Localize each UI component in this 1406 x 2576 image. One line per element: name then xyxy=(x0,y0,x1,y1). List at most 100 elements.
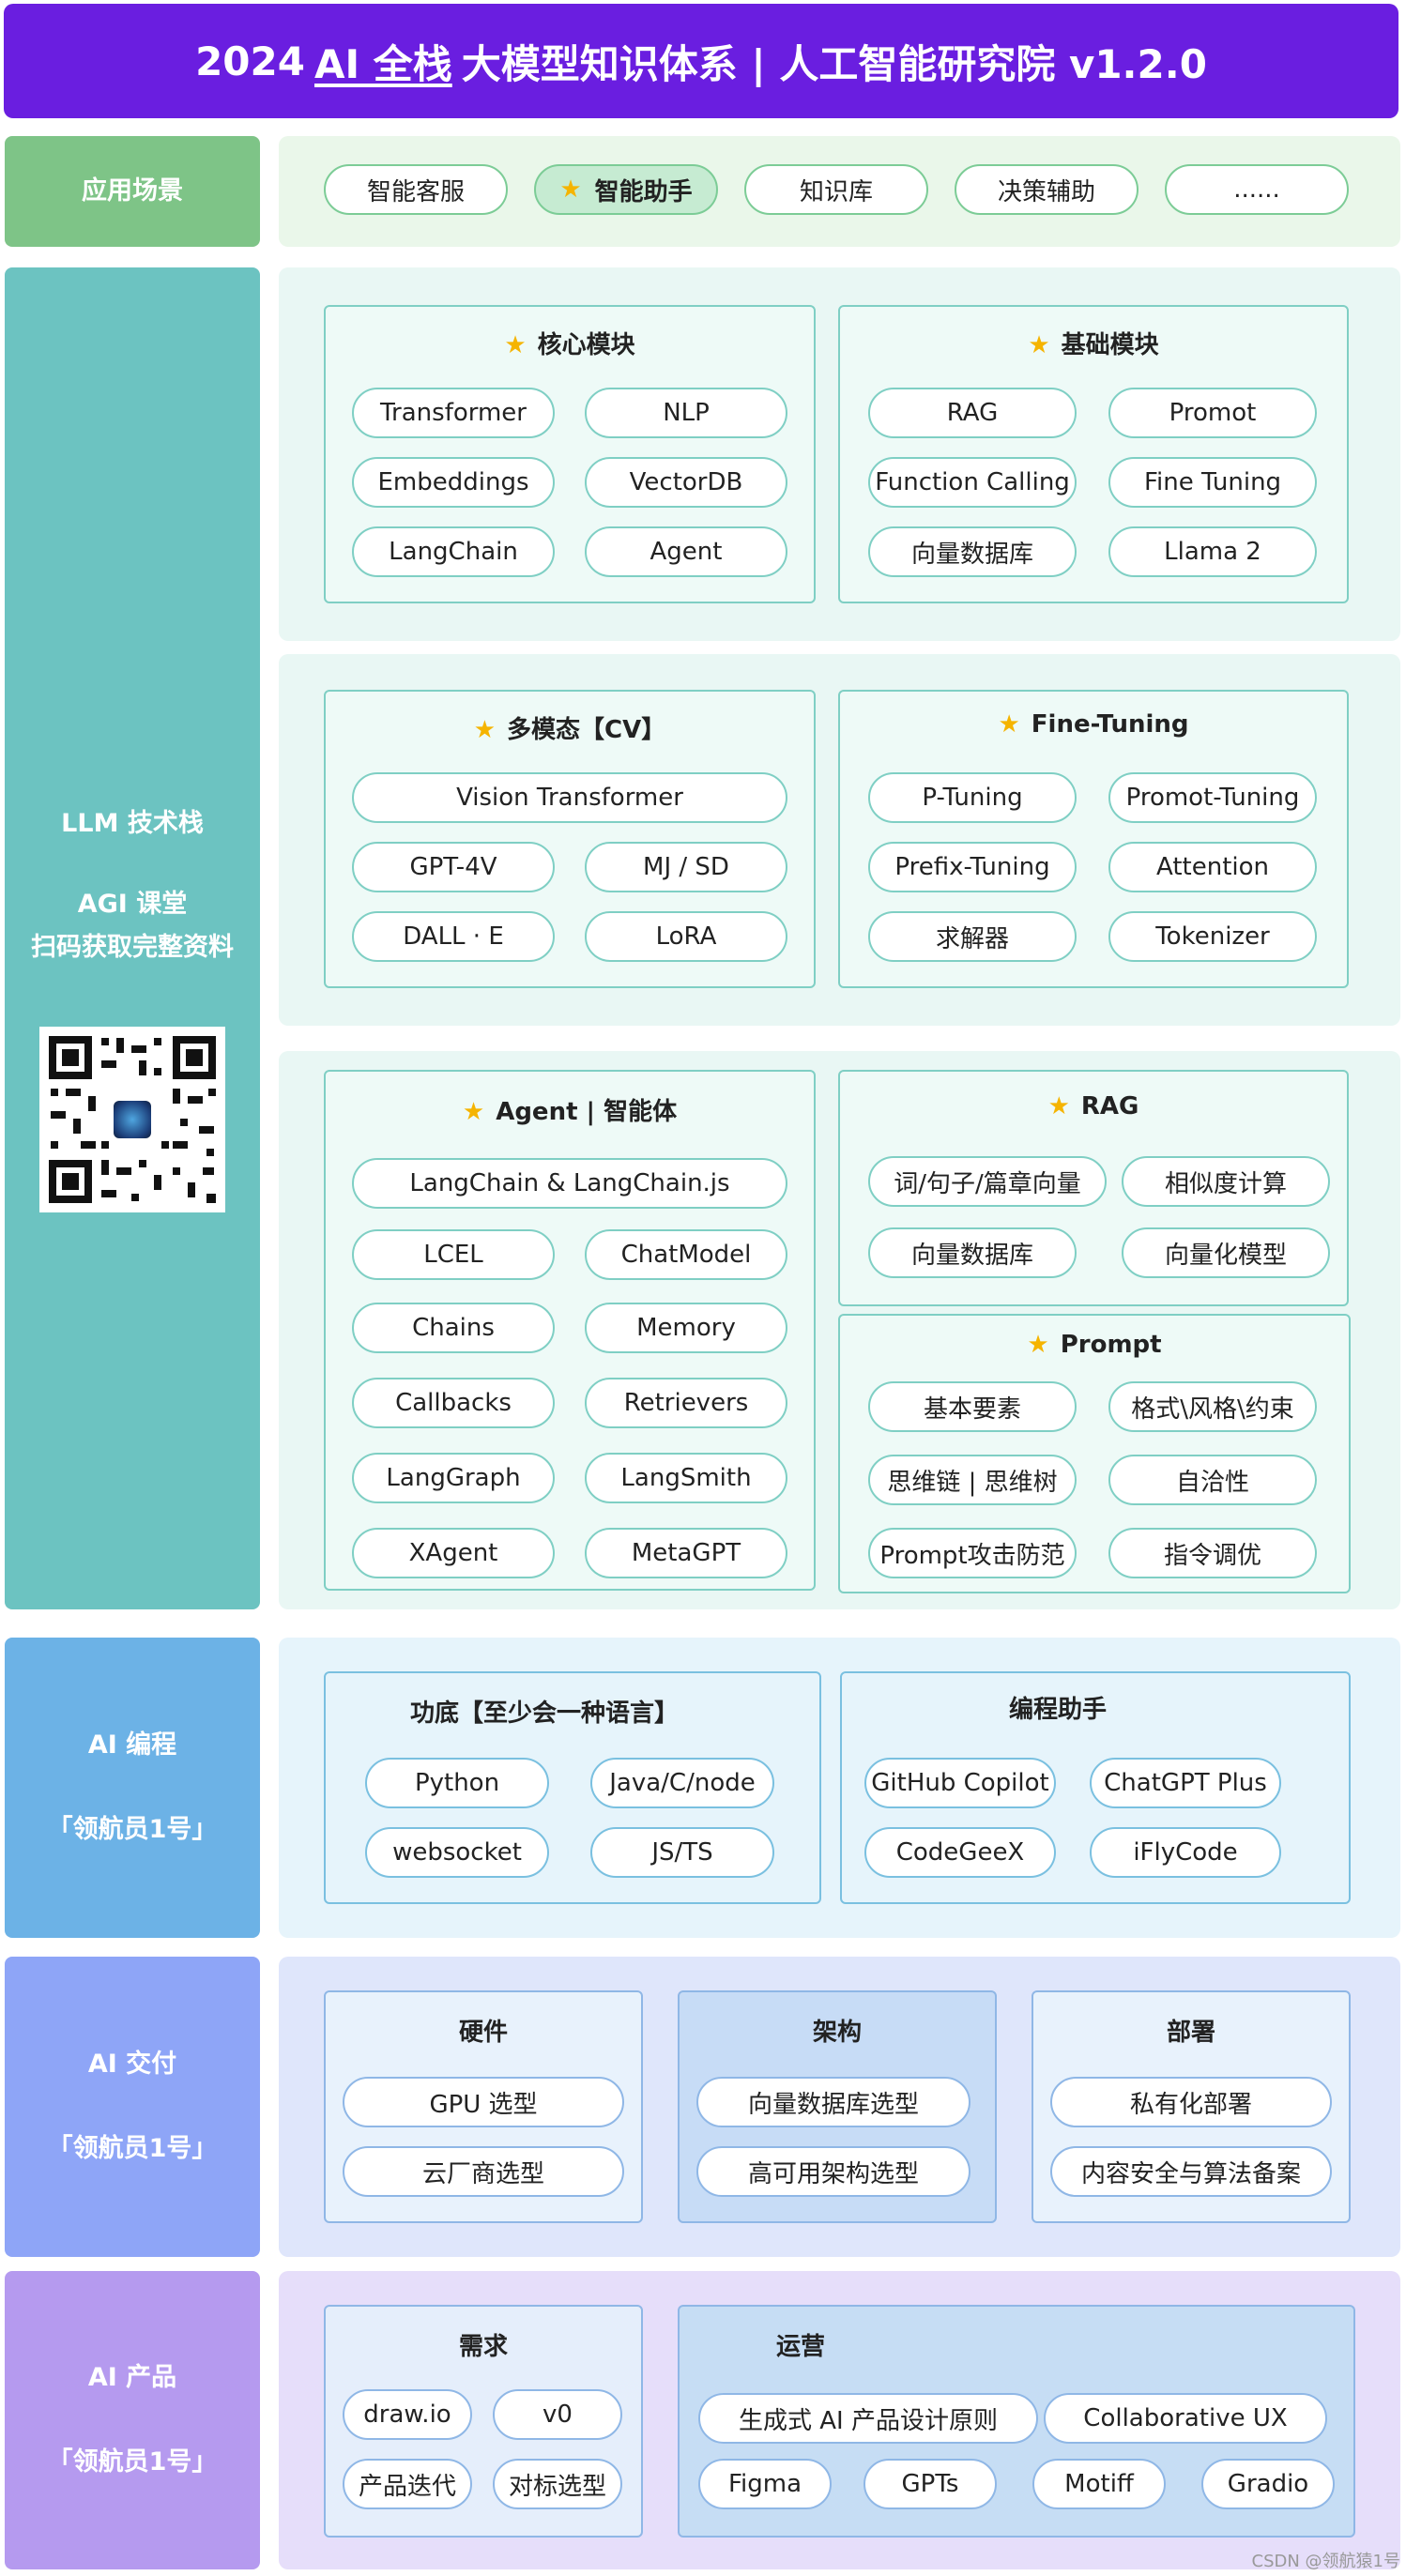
cv-group: ★ 多模态【CV】 Vision Transformer GPT-4V MJ / … xyxy=(324,690,816,988)
base-item[interactable]: Promot xyxy=(1108,388,1317,438)
base-item[interactable]: 向量数据库 xyxy=(868,526,1077,577)
deliver-hw-item[interactable]: GPU 选型 xyxy=(343,2077,624,2127)
prompt-item[interactable]: Prompt攻击防范 xyxy=(868,1528,1077,1578)
product-ops-item[interactable]: Figma xyxy=(698,2459,832,2509)
ft-item[interactable]: Promot-Tuning xyxy=(1108,772,1317,823)
product-ops-item[interactable]: Gradio xyxy=(1201,2459,1335,2509)
ft-item[interactable]: 求解器 xyxy=(868,911,1077,962)
scene-item[interactable]: 智能客服 xyxy=(324,164,508,215)
agent-item[interactable]: XAgent xyxy=(352,1528,555,1578)
agent-item[interactable]: Memory xyxy=(585,1303,787,1353)
core-item[interactable]: LangChain xyxy=(352,526,555,577)
prompt-group: ★ Prompt 基本要素 格式\风格\约束 思维链 | 思维树 自洽性 Prom… xyxy=(838,1314,1351,1593)
prompt-item[interactable]: 指令调优 xyxy=(1108,1528,1317,1578)
llm-label: LLM 技术栈 AGI 课堂 扫码获取完整资料 xyxy=(5,267,260,1609)
prompt-item[interactable]: 自洽性 xyxy=(1108,1455,1317,1505)
prog-label: AI 编程 「领航员1号」 xyxy=(5,1638,260,1938)
qr-text: 扫码获取完整资料 xyxy=(31,932,234,962)
agent-item[interactable]: ChatModel xyxy=(585,1229,787,1280)
agent-item[interactable]: LangGraph xyxy=(352,1453,555,1503)
prompt-item[interactable]: 格式\风格\约束 xyxy=(1108,1381,1317,1432)
cv-item[interactable]: GPT-4V xyxy=(352,842,555,892)
prog-basics-item[interactable]: Java/C/node xyxy=(590,1758,774,1808)
prompt-item[interactable]: 基本要素 xyxy=(868,1381,1077,1432)
deliver-deploy-group: 部署 私有化部署 内容安全与算法备案 xyxy=(1032,1990,1351,2223)
deliver-deploy-item[interactable]: 内容安全与算法备案 xyxy=(1050,2146,1332,2197)
scene-item[interactable]: 知识库 xyxy=(744,164,928,215)
deliver-hw-item[interactable]: 云厂商选型 xyxy=(343,2146,624,2197)
star-icon: ★ xyxy=(1027,1331,1049,1359)
prog-basics-item[interactable]: websocket xyxy=(365,1827,549,1878)
core-item[interactable]: Transformer xyxy=(352,388,555,438)
prog-assist-item[interactable]: ChatGPT Plus xyxy=(1090,1758,1281,1808)
prog-assist-title: 编程助手 xyxy=(1008,1696,1107,1724)
agent-item[interactable]: LCEL xyxy=(352,1229,555,1280)
deliver-arch-title: 架构 xyxy=(812,2019,862,2047)
rag-item[interactable]: 相似度计算 xyxy=(1122,1156,1330,1207)
deliver-arch-item[interactable]: 高可用架构选型 xyxy=(696,2146,970,2197)
scene-item[interactable]: ...... xyxy=(1165,164,1349,215)
prog-basics-item[interactable]: JS/TS xyxy=(590,1827,774,1878)
core-item[interactable]: Agent xyxy=(585,526,787,577)
product-label: AI 产品 「领航员1号」 xyxy=(5,2271,260,2569)
cv-item[interactable]: LoRA xyxy=(585,911,787,962)
rag-item[interactable]: 向量化模型 xyxy=(1122,1227,1330,1278)
agent-item[interactable]: MetaGPT xyxy=(585,1528,787,1578)
prompt-item[interactable]: 思维链 | 思维树 xyxy=(868,1455,1077,1505)
star-icon: ★ xyxy=(1047,1092,1070,1120)
product-ops-group: 运营 生成式 AI 产品设计原则 Collaborative UX Figma … xyxy=(678,2305,1355,2538)
page-title: 2024 AI 全栈 大模型知识体系 | 人工智能研究院 v1.2.0 xyxy=(4,4,1398,118)
qr-code xyxy=(39,1027,225,1212)
rag-item[interactable]: 向量数据库 xyxy=(868,1227,1077,1278)
product-ops-title: 运营 xyxy=(775,2333,825,2361)
product-req-item[interactable]: 产品迭代 xyxy=(343,2459,472,2509)
agent-item[interactable]: Retrievers xyxy=(585,1378,787,1428)
core-item[interactable]: NLP xyxy=(585,388,787,438)
product-ops-item[interactable]: Collaborative UX xyxy=(1044,2393,1327,2444)
base-item[interactable]: RAG xyxy=(868,388,1077,438)
cv-item[interactable]: Vision Transformer xyxy=(352,772,787,823)
agent-item[interactable]: LangChain & LangChain.js xyxy=(352,1158,787,1209)
deliver-hw-group: 硬件 GPU 选型 云厂商选型 xyxy=(324,1990,643,2223)
ft-item[interactable]: Tokenizer xyxy=(1108,911,1317,962)
prog-assist-item[interactable]: GitHub Copilot xyxy=(864,1758,1056,1808)
prompt-title: ★ Prompt xyxy=(1027,1331,1162,1359)
product-req-item[interactable]: v0 xyxy=(493,2389,622,2440)
ft-group: ★ Fine-Tuning P-Tuning Promot-Tuning Pref… xyxy=(838,690,1349,988)
llm-stack-label: LLM 技术栈 xyxy=(61,809,204,838)
ft-item[interactable]: P-Tuning xyxy=(868,772,1077,823)
agent-item[interactable]: Callbacks xyxy=(352,1378,555,1428)
rag-item[interactable]: 词/句子/篇章向量 xyxy=(868,1156,1107,1207)
deliver-arch-item[interactable]: 向量数据库选型 xyxy=(696,2077,970,2127)
title-highlight: AI 全栈 xyxy=(313,40,452,87)
product-ops-item[interactable]: GPTs xyxy=(863,2459,997,2509)
cv-item[interactable]: DALL · E xyxy=(352,911,555,962)
prog-assist-group: 编程助手 GitHub Copilot ChatGPT Plus CodeGee… xyxy=(840,1671,1351,1904)
scene-item[interactable]: 决策辅助 xyxy=(955,164,1139,215)
ft-item[interactable]: Prefix-Tuning xyxy=(868,842,1077,892)
agent-item[interactable]: LangSmith xyxy=(585,1453,787,1503)
cv-item[interactable]: MJ / SD xyxy=(585,842,787,892)
base-item[interactable]: Function Calling xyxy=(868,457,1077,508)
base-item[interactable]: Fine Tuning xyxy=(1108,457,1317,508)
product-req-item[interactable]: draw.io xyxy=(343,2389,472,2440)
core-item[interactable]: Embeddings xyxy=(352,457,555,508)
product-ops-item[interactable]: 生成式 AI 产品设计原则 xyxy=(698,2393,1038,2444)
base-item[interactable]: Llama 2 xyxy=(1108,526,1317,577)
scenes-panel: 智能客服 ★ 智能助手 知识库 决策辅助 ...... xyxy=(279,136,1400,247)
scene-item-selected[interactable]: ★ 智能助手 xyxy=(534,164,718,215)
agent-item[interactable]: Chains xyxy=(352,1303,555,1353)
star-icon: ★ xyxy=(504,331,527,359)
core-item[interactable]: VectorDB xyxy=(585,457,787,508)
product-req-item[interactable]: 对标选型 xyxy=(493,2459,622,2509)
star-icon: ★ xyxy=(998,710,1020,739)
prog-assist-item[interactable]: iFlyCode xyxy=(1090,1827,1281,1878)
product-ops-item[interactable]: Motiff xyxy=(1032,2459,1166,2509)
deliver-deploy-item[interactable]: 私有化部署 xyxy=(1050,2077,1332,2127)
footer-watermark: CSDN @领航猿1号 xyxy=(1251,2552,1401,2571)
ft-item[interactable]: Attention xyxy=(1108,842,1317,892)
prog-basics-item[interactable]: Python xyxy=(365,1758,549,1808)
prog-assist-item[interactable]: CodeGeeX xyxy=(864,1827,1056,1878)
llm-panel-modules: ★ 核心模块 Transformer NLP Embeddings VectorD… xyxy=(279,267,1400,641)
rag-title: ★ RAG xyxy=(1047,1092,1139,1120)
